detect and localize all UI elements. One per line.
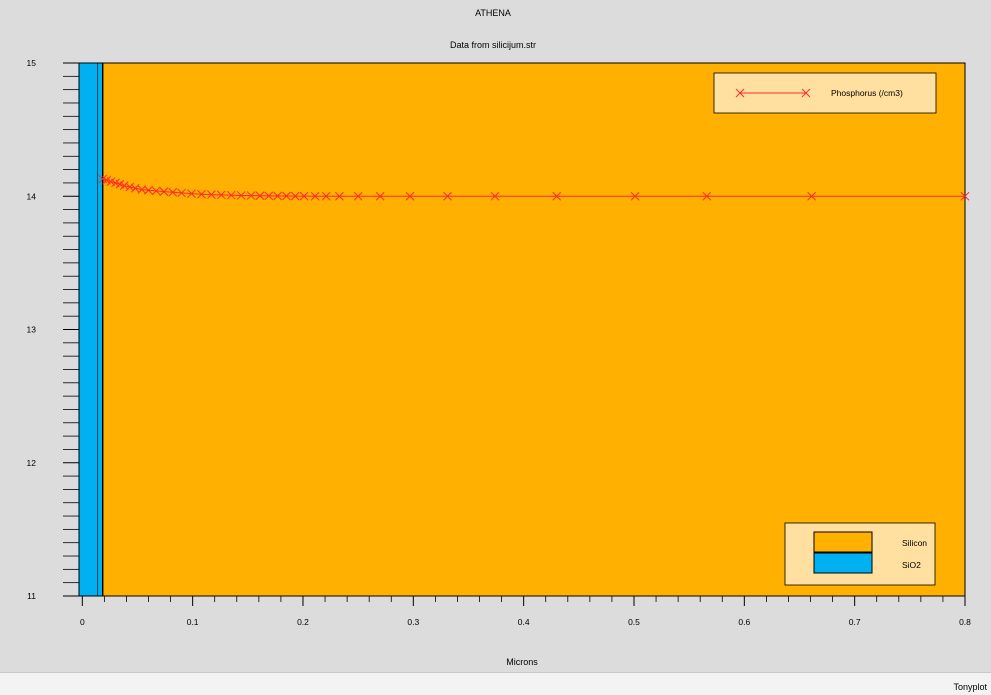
x-tick-label: 0.4 xyxy=(518,617,530,627)
x-tick-label: 0.8 xyxy=(959,617,971,627)
x-tick-label: 0.6 xyxy=(738,617,750,627)
x-tick-label: 0.7 xyxy=(849,617,861,627)
region-swatch-silicon xyxy=(813,531,873,553)
y-tick-label: 14 xyxy=(27,191,37,201)
y-tick-label: 13 xyxy=(27,325,37,335)
region-silicon xyxy=(102,63,965,596)
region-swatch-sio2 xyxy=(813,552,873,574)
x-tick-label: 0 xyxy=(80,617,85,627)
chart-canvas: ATHENA Data from silicijum.str 111213141… xyxy=(27,8,972,667)
region-legend-label-sio2: SiO2 xyxy=(902,560,921,570)
app-title: ATHENA xyxy=(475,8,511,18)
plot-regions xyxy=(78,62,966,597)
x-tick-label: 0.3 xyxy=(407,617,419,627)
region-legend-label-silicon: Silicon xyxy=(902,538,927,548)
x-tick-label: 0.1 xyxy=(187,617,199,627)
x-axis-label: Microns xyxy=(506,657,538,667)
status-label: Tonyplot xyxy=(953,682,987,692)
region-legend: Silicon SiO2 xyxy=(784,522,936,586)
x-tick-label: 0.2 xyxy=(297,617,309,627)
x-axis: 0 0.1 0.2 0.3 0.4 0.5 0.6 0.7 0.8 xyxy=(80,596,971,627)
x-tick-label: 0.5 xyxy=(628,617,640,627)
series-legend-label: Phosphorus (/cm3) xyxy=(831,88,903,98)
y-tick-label: 11 xyxy=(27,591,36,601)
chart-subtitle: Data from silicijum.str xyxy=(450,40,536,50)
y-axis: 11 12 13 14 15 xyxy=(27,58,79,601)
region-sio2 xyxy=(79,63,103,596)
y-tick-label: 12 xyxy=(27,458,37,468)
status-bar: Tonyplot xyxy=(0,672,991,695)
y-tick-label: 15 xyxy=(27,58,37,68)
series-legend: Phosphorus (/cm3) xyxy=(713,72,937,114)
